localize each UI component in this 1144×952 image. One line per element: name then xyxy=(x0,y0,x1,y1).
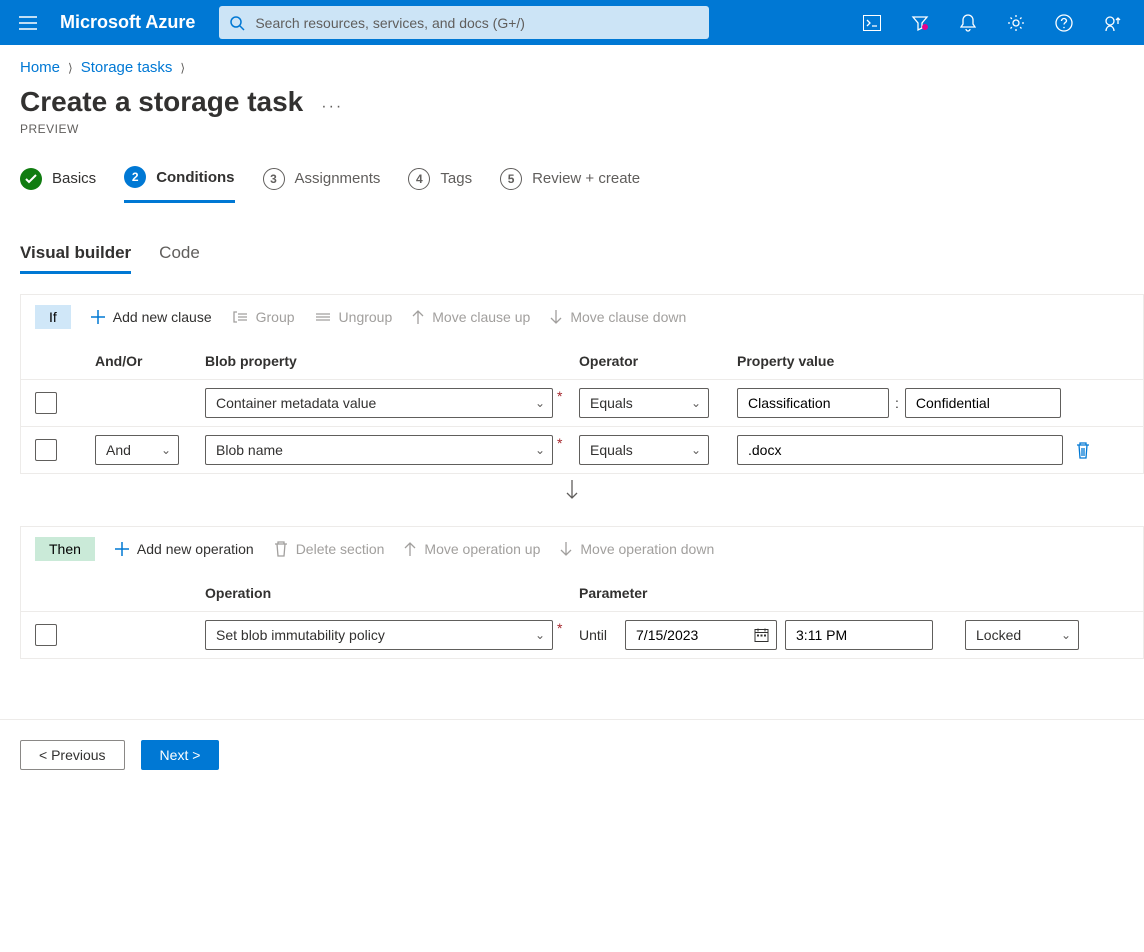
step-review[interactable]: 5 Review + create xyxy=(500,166,640,203)
andor-select[interactable]: And xyxy=(95,435,179,465)
topbar: Microsoft Azure xyxy=(0,0,1144,45)
value-key-input[interactable] xyxy=(737,388,889,418)
delete-section-button: Delete section xyxy=(274,541,385,557)
next-button[interactable]: Next > xyxy=(141,740,220,770)
step-basics[interactable]: Basics xyxy=(20,166,96,203)
chevron-right-icon: ⟩ xyxy=(180,61,185,75)
time-input[interactable] xyxy=(785,620,933,650)
then-toolbar: Then Add new operation Delete section Mo… xyxy=(21,527,1143,571)
page-title: Create a storage task xyxy=(20,86,303,118)
if-grid-header: And/Or Blob property Operator Property v… xyxy=(21,339,1143,379)
until-label: Until xyxy=(579,627,607,643)
group-icon xyxy=(232,310,248,324)
delete-row-button[interactable] xyxy=(1075,441,1091,459)
if-panel: If Add new clause Group Ungroup Move cla… xyxy=(20,294,1144,474)
arrow-down-icon xyxy=(550,310,562,324)
row-checkbox[interactable] xyxy=(35,392,57,414)
step-tags[interactable]: 4 Tags xyxy=(408,166,472,203)
blob-property-select[interactable]: Container metadata value xyxy=(205,388,553,418)
arrow-down-icon xyxy=(560,542,572,556)
arrow-up-icon xyxy=(412,310,424,324)
ungroup-button: Ungroup xyxy=(315,309,393,325)
then-grid-header: Operation Parameter xyxy=(21,571,1143,611)
header-property-value: Property value xyxy=(737,353,1129,369)
required-marker: * xyxy=(557,435,562,451)
row-checkbox[interactable] xyxy=(35,624,57,646)
group-button: Group xyxy=(232,309,295,325)
then-pill: Then xyxy=(35,537,95,561)
operation-row: Set blob immutability policy ⌄ * Until L… xyxy=(21,611,1143,658)
tab-visual-builder[interactable]: Visual builder xyxy=(20,243,131,274)
header-operator: Operator xyxy=(579,353,737,369)
clause-row: Container metadata value ⌄ * Equals ⌄ : xyxy=(21,379,1143,426)
ungroup-icon xyxy=(315,310,331,324)
clause-row: And ⌄ Blob name ⌄ * Equals ⌄ xyxy=(21,426,1143,473)
search-input[interactable] xyxy=(219,6,709,39)
trash-icon xyxy=(274,541,288,557)
if-pill: If xyxy=(35,305,71,329)
move-clause-down-button: Move clause down xyxy=(550,309,686,325)
move-op-down-button: Move operation down xyxy=(560,541,714,557)
value-input[interactable] xyxy=(737,435,1063,465)
search-icon xyxy=(229,15,245,31)
plus-icon xyxy=(91,310,105,324)
header-parameter: Parameter xyxy=(579,585,648,601)
header-blob-property: Blob property xyxy=(205,353,579,369)
breadcrumb-home[interactable]: Home xyxy=(20,59,60,76)
preview-label: PREVIEW xyxy=(0,118,1144,136)
menu-icon[interactable] xyxy=(8,3,48,43)
move-clause-up-button: Move clause up xyxy=(412,309,530,325)
step-conditions[interactable]: 2 Conditions xyxy=(124,166,234,203)
feedback-icon[interactable] xyxy=(1088,0,1136,45)
operation-select[interactable]: Set blob immutability policy xyxy=(205,620,553,650)
settings-icon[interactable] xyxy=(992,0,1040,45)
value-val-input[interactable] xyxy=(905,388,1061,418)
subtabs: Visual builder Code xyxy=(0,203,1144,274)
header-operation: Operation xyxy=(205,585,579,601)
then-panel: Then Add new operation Delete section Mo… xyxy=(20,526,1144,659)
tab-code[interactable]: Code xyxy=(159,243,200,274)
operator-select[interactable]: Equals xyxy=(579,435,709,465)
step-assignments[interactable]: 3 Assignments xyxy=(263,166,381,203)
filter-icon[interactable] xyxy=(896,0,944,45)
add-operation-button[interactable]: Add new operation xyxy=(115,541,254,557)
stepper: Basics 2 Conditions 3 Assignments 4 Tags… xyxy=(0,136,1144,203)
plus-icon xyxy=(115,542,129,556)
breadcrumb: Home ⟩ Storage tasks ⟩ xyxy=(0,45,1144,76)
flow-arrow-icon xyxy=(0,474,1144,506)
chevron-right-icon: ⟩ xyxy=(68,61,73,75)
operator-select[interactable]: Equals xyxy=(579,388,709,418)
cloud-shell-icon[interactable] xyxy=(848,0,896,45)
calendar-icon[interactable] xyxy=(754,628,769,643)
if-toolbar: If Add new clause Group Ungroup Move cla… xyxy=(21,295,1143,339)
check-icon xyxy=(20,168,42,190)
move-op-up-button: Move operation up xyxy=(404,541,540,557)
required-marker: * xyxy=(557,620,562,636)
breadcrumb-storage-tasks[interactable]: Storage tasks xyxy=(81,59,173,76)
header-andor: And/Or xyxy=(95,353,205,369)
help-icon[interactable] xyxy=(1040,0,1088,45)
search-wrap xyxy=(219,6,709,39)
blob-property-select[interactable]: Blob name xyxy=(205,435,553,465)
row-checkbox[interactable] xyxy=(35,439,57,461)
required-marker: * xyxy=(557,388,562,404)
page-title-row: Create a storage task ··· xyxy=(0,76,1144,118)
colon-separator: : xyxy=(895,395,899,411)
brand-label[interactable]: Microsoft Azure xyxy=(60,12,195,33)
notifications-icon[interactable] xyxy=(944,0,992,45)
previous-button[interactable]: < Previous xyxy=(20,740,125,770)
arrow-up-icon xyxy=(404,542,416,556)
mode-select[interactable]: Locked xyxy=(965,620,1079,650)
more-actions-button[interactable]: ··· xyxy=(321,98,343,116)
add-clause-button[interactable]: Add new clause xyxy=(91,309,212,325)
footer: < Previous Next > xyxy=(0,719,1144,790)
